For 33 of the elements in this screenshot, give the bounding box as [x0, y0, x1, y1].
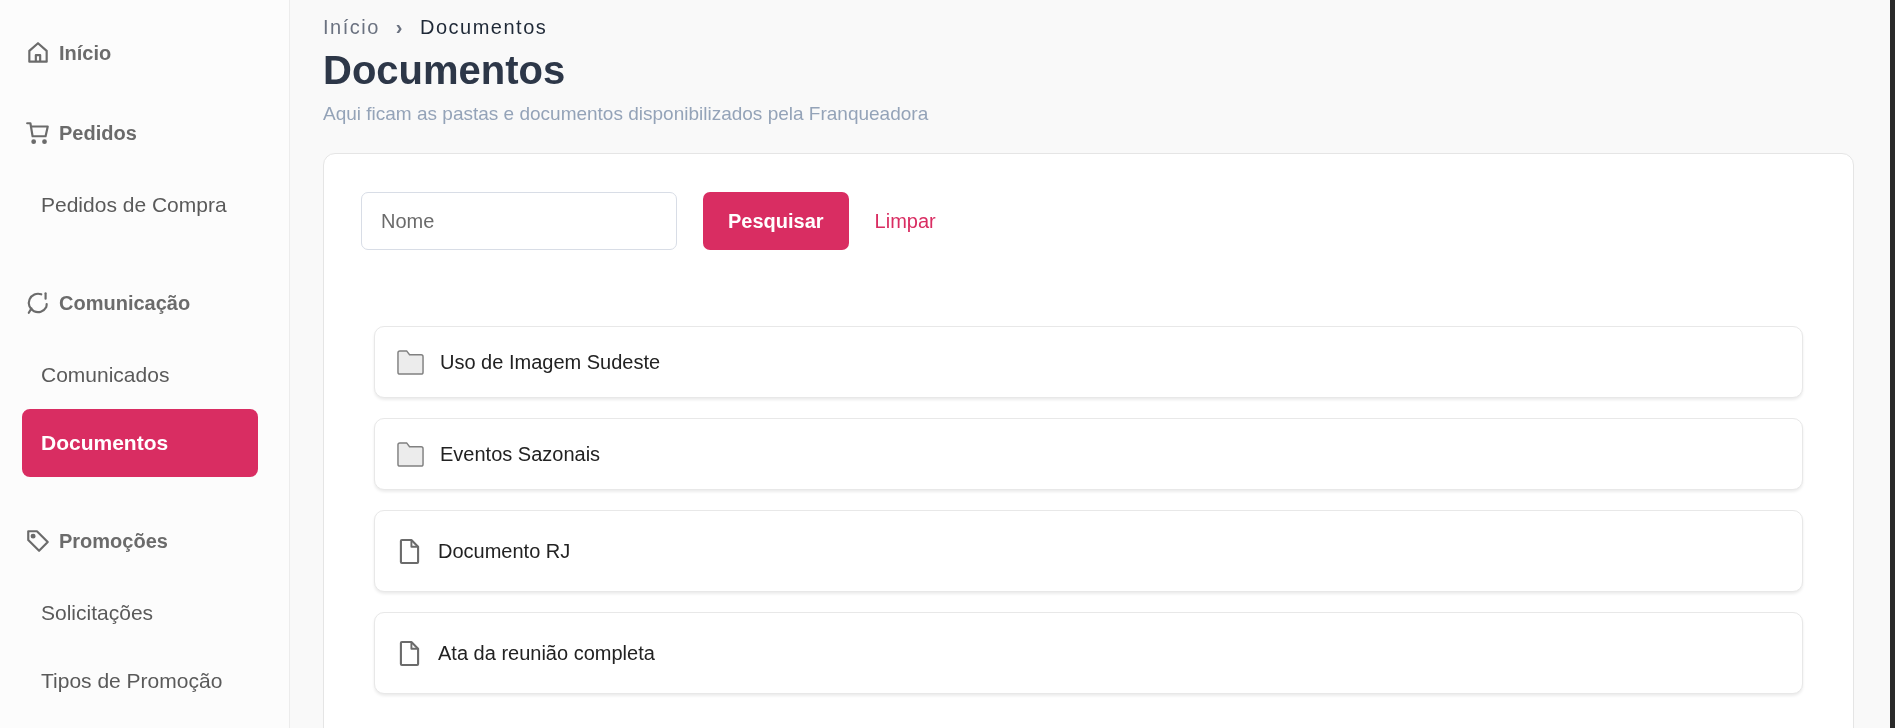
document-name: Ata da reunião completa: [438, 641, 655, 665]
folder-icon: [396, 440, 425, 468]
document-list-item[interactable]: Ata da reunião completa: [374, 612, 1803, 694]
search-button[interactable]: Pesquisar: [703, 192, 849, 250]
home-icon: [25, 40, 51, 66]
breadcrumb-current: Documentos: [420, 15, 548, 39]
page-subtitle: Aqui ficam as pastas e documentos disponibilizados pela Franqueadora: [323, 103, 930, 125]
folder-icon: [396, 348, 425, 376]
document-list-item[interactable]: Eventos Sazonais: [374, 418, 1803, 490]
document-list-item[interactable]: Documento RJ: [374, 510, 1803, 592]
page-title: Documentos: [323, 48, 567, 93]
sidebar-item[interactable]: Solicitações: [22, 579, 258, 647]
clear-link[interactable]: Limpar: [874, 209, 936, 233]
sidebar-item[interactable]: Tipos de Promoção: [22, 647, 258, 715]
breadcrumb-link[interactable]: Início: [323, 15, 380, 39]
sidebar-section-title[interactable]: Início: [59, 41, 112, 65]
document-name: Uso de Imagem Sudeste: [440, 350, 661, 374]
sidebar-section-title[interactable]: Pedidos: [59, 121, 137, 145]
document-name: Eventos Sazonais: [440, 442, 601, 466]
sidebar-item[interactable]: Comunicados: [22, 341, 258, 409]
tag-icon: [25, 528, 51, 554]
breadcrumb-separator: ›: [395, 15, 404, 39]
file-icon: [399, 537, 420, 565]
file-icon: [399, 639, 420, 667]
sidebar-section-title[interactable]: Comunicação: [59, 291, 191, 315]
sidebar-item[interactable]: Pedidos de Compra: [22, 171, 258, 239]
name-search-field[interactable]: Nome: [361, 192, 677, 250]
sidebar-item[interactable]: Documentos: [22, 409, 258, 477]
sidebar-section-title[interactable]: Promoções: [59, 529, 168, 553]
chat-icon: [25, 290, 51, 316]
document-name: Documento RJ: [438, 539, 571, 563]
document-list-item[interactable]: Uso de Imagem Sudeste: [374, 326, 1803, 398]
cart-icon: [25, 120, 51, 146]
